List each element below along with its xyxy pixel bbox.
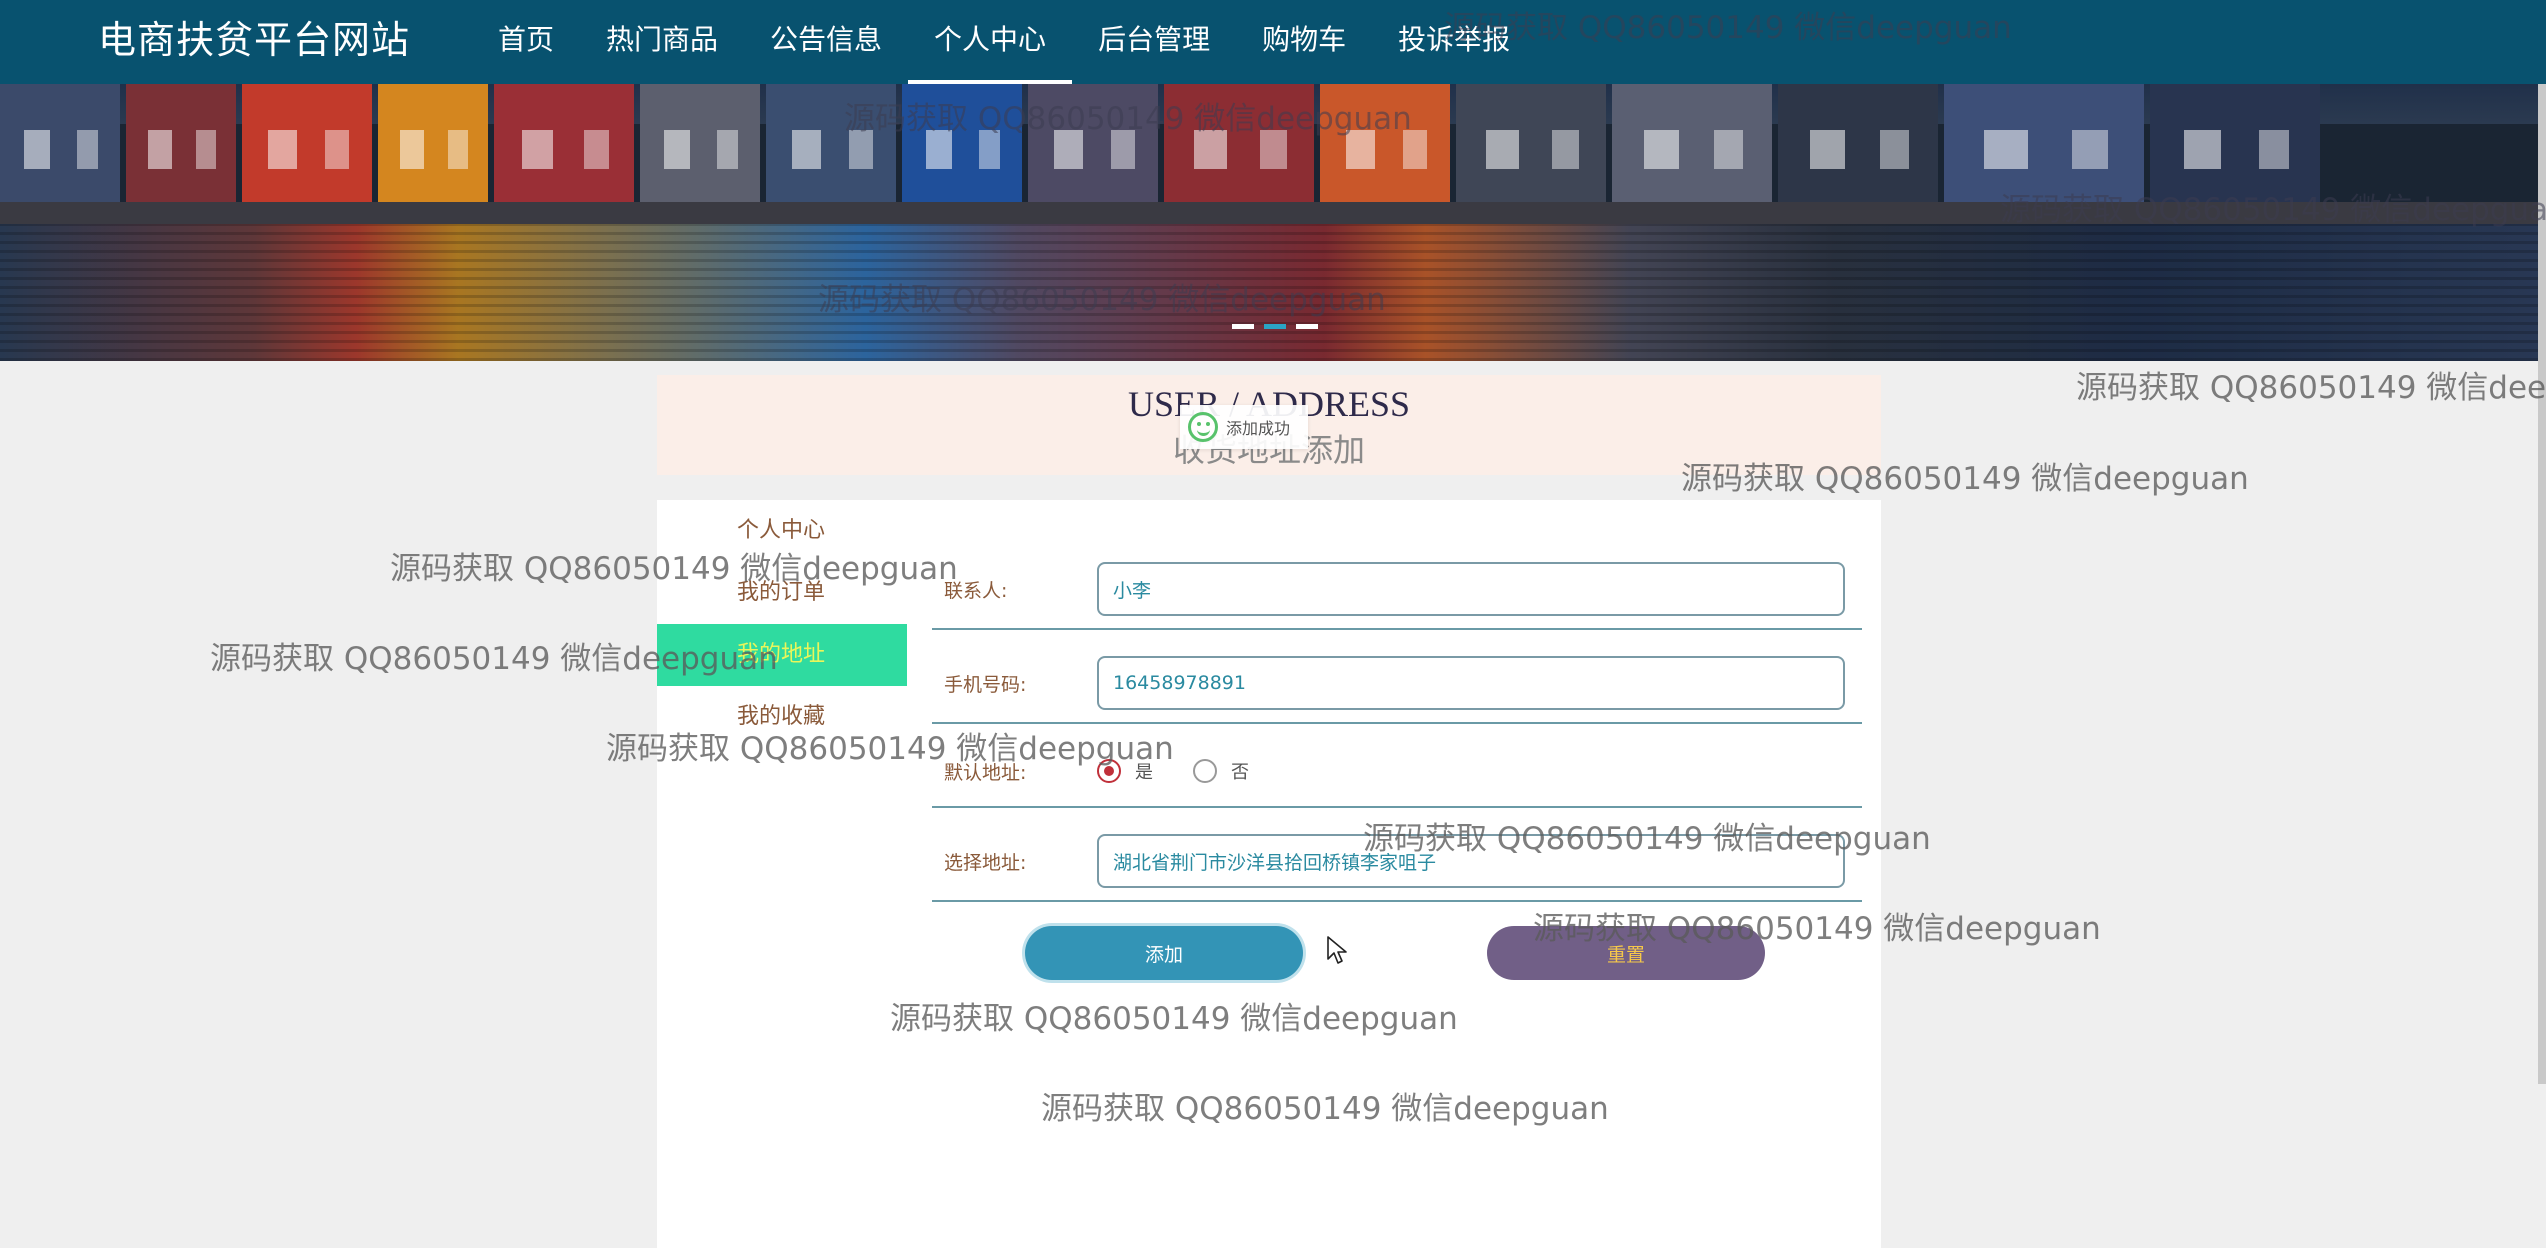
nav-personal-center[interactable]: 个人中心 [908,0,1073,84]
default-radio-group: 是 否 [1097,758,1249,784]
banner-carousel[interactable] [0,84,2546,361]
banner-houses [0,84,2546,214]
nav-home[interactable]: 首页 [472,0,580,84]
main-content: 个人中心 我的订单 我的地址 我的收藏 联系人: 手机号码: 默认地址: 是 否… [657,500,1881,1248]
contact-input[interactable] [1097,562,1845,616]
carousel-dot-1[interactable] [1232,324,1254,329]
add-button[interactable]: 添加 [1025,926,1303,980]
banner-dock [0,202,2546,224]
banner-water-texture [0,224,2546,361]
main-menu: 首页 热门商品 公告信息 个人中心 后台管理 购物车 投诉举报 [472,0,1536,84]
reset-button[interactable]: 重置 [1487,926,1765,980]
nav-cart[interactable]: 购物车 [1236,0,1372,84]
top-nav: 电商扶贫平台网站 首页 热门商品 公告信息 个人中心 后台管理 购物车 投诉举报 [0,0,2546,84]
page-scrollbar[interactable] [2538,84,2546,1084]
address-label: 选择地址: [944,852,1027,874]
carousel-dot-3[interactable] [1296,324,1318,329]
radio-no[interactable] [1193,759,1217,783]
radio-yes-label: 是 [1135,762,1153,783]
radio-no-label: 否 [1231,762,1249,783]
smile-icon [1188,412,1218,442]
form-row-phone: 手机号码: [932,646,1862,724]
form-row-default: 默认地址: 是 否 [932,732,1862,808]
phone-input[interactable] [1097,656,1845,710]
sidebar-item-personal-center[interactable]: 个人中心 [657,500,907,562]
carousel-indicators [1232,324,1318,329]
carousel-dot-2[interactable] [1264,324,1286,329]
form-row-address: 选择地址: [932,824,1862,902]
mouse-cursor-icon [1327,936,1347,964]
radio-yes[interactable] [1097,759,1121,783]
success-toast: 添加成功 [1180,405,1309,449]
form-row-contact: 联系人: [932,550,1862,630]
sidebar-item-my-address[interactable]: 我的地址 [657,624,907,686]
sidebar-item-my-orders[interactable]: 我的订单 [657,562,907,624]
toast-message: 添加成功 [1226,419,1291,438]
sidebar-item-my-favorites[interactable]: 我的收藏 [657,686,907,748]
contact-label: 联系人: [944,580,1008,602]
watermark: 源码获取 QQ86050149 微信deepguan [2076,370,2546,406]
address-input[interactable] [1097,834,1845,888]
nav-admin[interactable]: 后台管理 [1072,0,1236,84]
default-label: 默认地址: [944,762,1027,784]
nav-hot-products[interactable]: 热门商品 [580,0,744,84]
phone-label: 手机号码: [944,674,1027,696]
site-brand[interactable]: 电商扶贫平台网站 [98,14,410,66]
nav-announcements[interactable]: 公告信息 [744,0,908,84]
nav-complaint[interactable]: 投诉举报 [1372,0,1536,84]
